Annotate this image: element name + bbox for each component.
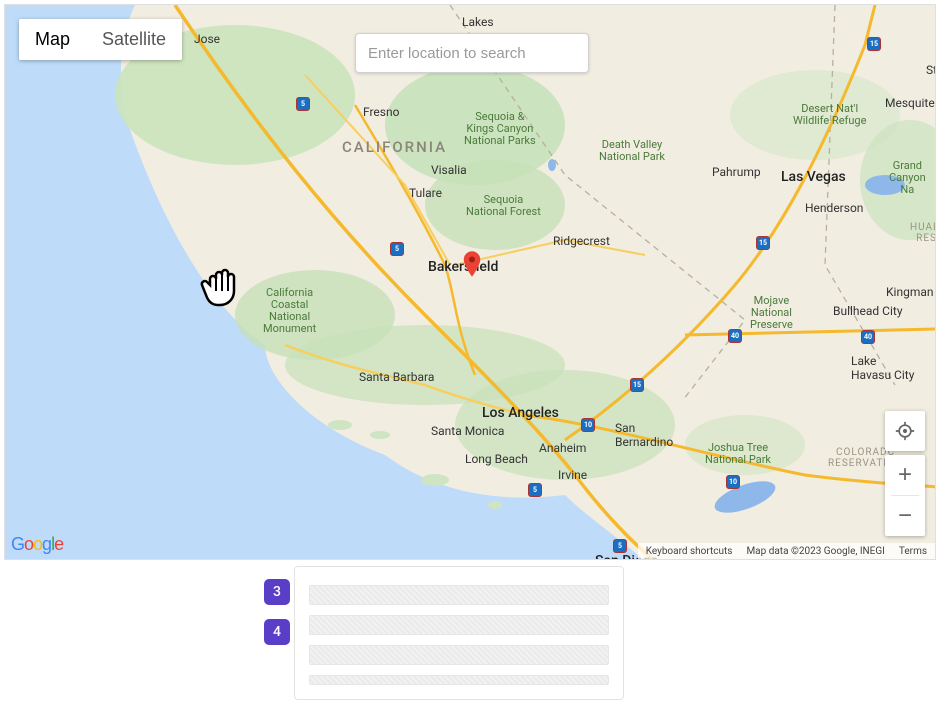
city-label: Henderson bbox=[805, 201, 863, 215]
map-tab[interactable]: Map bbox=[19, 19, 86, 60]
interstate-shield-icon: 15 bbox=[756, 236, 770, 250]
interstate-shield-icon: 40 bbox=[728, 329, 742, 343]
attribution-text: Map data ©2023 Google, INEGI bbox=[746, 546, 884, 557]
city-label: Lake Havasu City bbox=[851, 354, 914, 382]
google-logo: Google bbox=[11, 534, 63, 555]
park-label: Mojave National Preserve bbox=[750, 295, 793, 331]
city-label: Las Vegas bbox=[781, 169, 846, 185]
map-tiles[interactable]: CALIFORNIA Jose Lakes Fresno Visalia Tulare Ri… bbox=[5, 5, 935, 559]
city-label: Jose bbox=[194, 32, 220, 46]
satellite-tab[interactable]: Satellite bbox=[86, 19, 182, 60]
park-label: HUALI RES bbox=[910, 222, 935, 244]
zoom-out-button[interactable]: − bbox=[885, 496, 925, 536]
city-label: San Bernardino bbox=[615, 421, 673, 449]
search-input[interactable] bbox=[355, 33, 589, 73]
park-label: Death Valley National Park bbox=[599, 139, 665, 163]
interstate-shield-icon: 5 bbox=[613, 539, 627, 553]
zoom-in-button[interactable]: + bbox=[885, 455, 925, 495]
city-label: Mesquite bbox=[885, 96, 935, 110]
city-label: Lakes bbox=[462, 15, 494, 29]
city-label: Fresno bbox=[363, 105, 399, 119]
state-label: CALIFORNIA bbox=[342, 138, 447, 156]
park-label: Sequoia National Forest bbox=[466, 194, 541, 218]
city-label: Anaheim bbox=[539, 441, 586, 455]
city-label: Long Beach bbox=[465, 452, 528, 466]
city-label: Ridgecrest bbox=[553, 234, 610, 248]
city-label: Pahrump bbox=[712, 165, 761, 179]
interstate-shield-icon: 15 bbox=[867, 37, 881, 51]
result-badge-4[interactable]: 4 bbox=[264, 619, 290, 645]
terms-link[interactable]: Terms bbox=[899, 546, 927, 557]
city-label: Visalia bbox=[431, 163, 467, 177]
city-label: St bbox=[926, 63, 935, 77]
interstate-shield-icon: 15 bbox=[630, 378, 644, 392]
park-label: California Coastal National Monument bbox=[263, 287, 316, 335]
interstate-shield-icon: 40 bbox=[861, 330, 875, 344]
my-location-button[interactable] bbox=[885, 411, 925, 451]
interstate-shield-icon: 5 bbox=[390, 242, 404, 256]
park-label: Grand Canyon Na bbox=[889, 160, 926, 196]
land-shape bbox=[5, 5, 935, 559]
city-label: Bullhead City bbox=[833, 304, 903, 318]
zoom-control: + − bbox=[885, 455, 925, 536]
map-type-toggle: Map Satellite bbox=[19, 19, 182, 60]
map-container[interactable]: CALIFORNIA Jose Lakes Fresno Visalia Tulare Ri… bbox=[4, 4, 936, 560]
park-label: Sequoia & Kings Canyon National Parks bbox=[464, 111, 536, 147]
interstate-shield-icon: 5 bbox=[296, 97, 310, 111]
skeleton-row bbox=[309, 585, 609, 605]
skeleton-row bbox=[309, 645, 609, 665]
skeleton-row bbox=[309, 615, 609, 635]
park-label: Desert Nat'l Wildlife Refuge bbox=[793, 103, 866, 127]
interstate-shield-icon: 10 bbox=[581, 418, 595, 432]
result-badge-3[interactable]: 3 bbox=[264, 579, 290, 605]
crosshair-icon bbox=[895, 421, 915, 441]
city-label: Irvine bbox=[558, 468, 587, 482]
results-panel: 3 4 bbox=[294, 566, 654, 700]
results-card bbox=[294, 566, 624, 700]
city-label: Tulare bbox=[409, 186, 442, 200]
interstate-shield-icon: 10 bbox=[726, 475, 740, 489]
park-label: Joshua Tree National Park bbox=[705, 442, 771, 466]
city-label: Santa Barbara bbox=[359, 370, 434, 384]
city-label: Santa Monica bbox=[431, 424, 504, 438]
interstate-shield-icon: 5 bbox=[528, 483, 542, 497]
map-footer: Keyboard shortcuts Map data ©2023 Google… bbox=[638, 543, 935, 559]
skeleton-row bbox=[309, 675, 609, 685]
city-label: Kingman bbox=[886, 285, 934, 299]
city-label: Los Angeles bbox=[482, 405, 559, 421]
map-marker[interactable] bbox=[472, 277, 490, 295]
keyboard-shortcuts-link[interactable]: Keyboard shortcuts bbox=[646, 546, 733, 557]
